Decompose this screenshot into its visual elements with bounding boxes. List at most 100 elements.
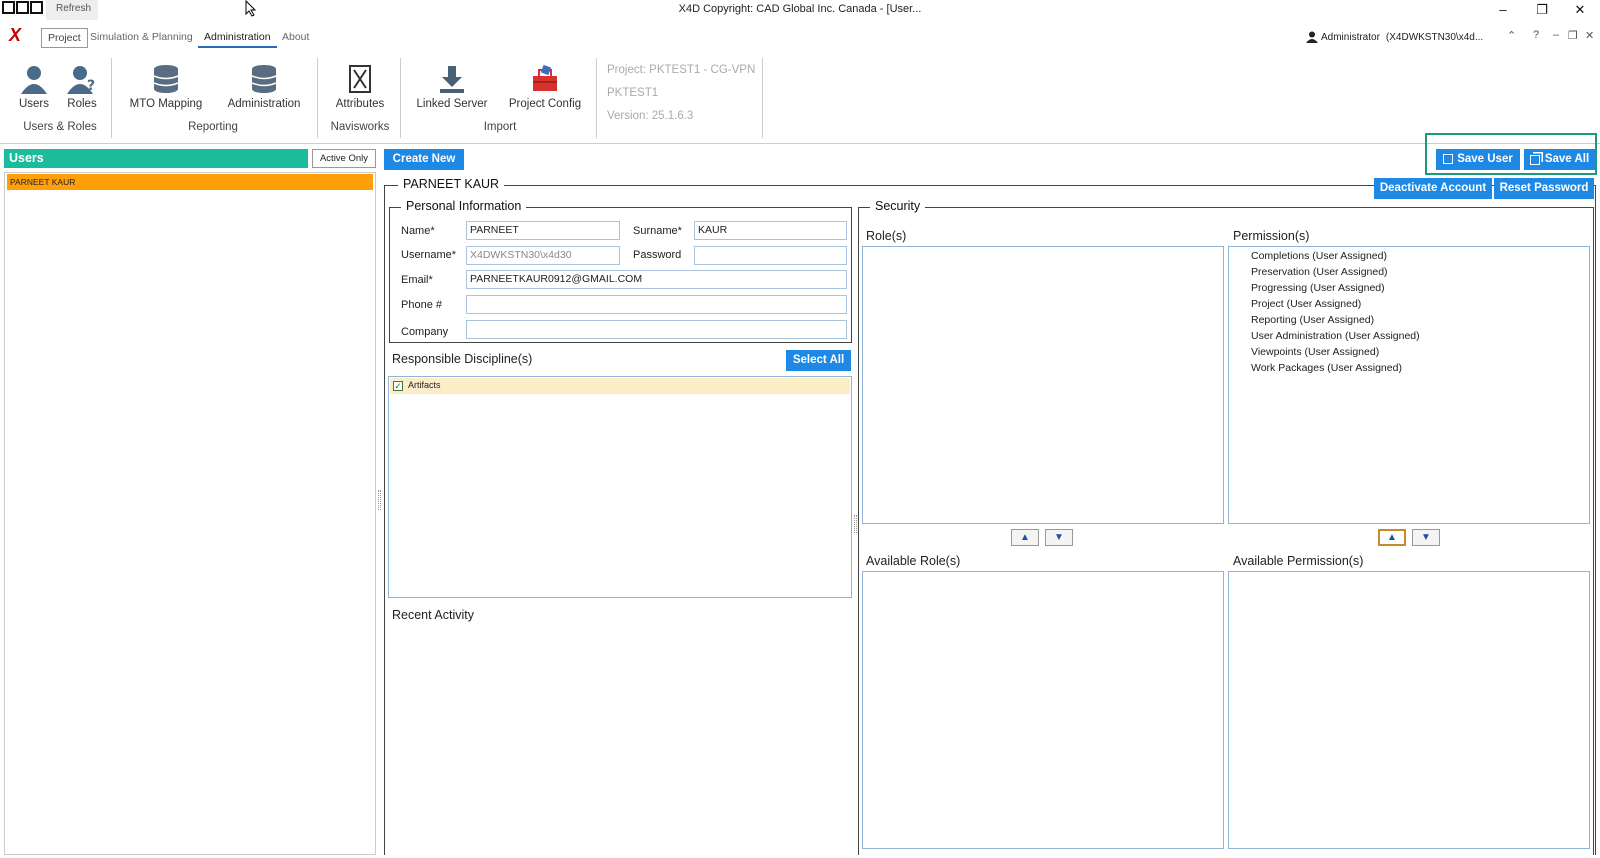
user-name: Administrator [1321,31,1380,43]
personal-info-title: Personal Information [401,199,527,213]
tab-administration[interactable]: Administration [198,28,277,48]
project-name-info: Project: PKTEST1 - CG-VPN [607,64,756,76]
permissions-title: Permission(s) [1233,229,1310,243]
role-move-up-button[interactable]: ▲ [1011,529,1039,546]
user-title: PARNEET KAUR [398,177,505,191]
restore-button[interactable]: ❐ [1532,2,1552,18]
attributes-icon [349,65,371,93]
title-bar: Refresh X4D Copyright: CAD Global Inc. C… [0,0,1600,22]
panel-splitter[interactable] [378,490,381,510]
security-title: Security [870,199,926,213]
mouse-cursor-icon [245,0,257,17]
save-all-icon [1530,155,1540,165]
save-icon [1443,154,1453,164]
toolbox-icon [533,64,557,91]
list-item[interactable]: PARNEET KAUR [7,174,373,190]
roles-list [862,246,1224,524]
email-label: Email* [401,274,433,286]
name-label: Name* [401,225,435,237]
list-item[interactable]: Preservation (User Assigned) [1251,266,1388,278]
reset-password-button[interactable]: Reset Password [1494,178,1594,199]
users-icon [21,66,47,94]
attributes-button[interactable]: Attributes [330,64,390,110]
password-label: Password [633,249,682,261]
list-item[interactable]: Work Packages (User Assigned) [1251,362,1402,374]
roles-icon: ? [67,66,95,94]
group-users-roles-label: Users & Roles [23,121,97,133]
list-item[interactable]: ✓ Artifacts [390,378,850,394]
mto-mapping-label: MTO Mapping [129,98,203,110]
user-info: Administrator (X4DWKSTN30\x4d... [1306,31,1483,43]
users-button-label: Users [18,98,50,110]
list-item[interactable]: Viewpoints (User Assigned) [1251,346,1379,358]
inner-minimize-icon[interactable]: – [1553,29,1559,41]
database-icon [153,65,179,93]
linked-server-button[interactable]: Linked Server [414,64,490,110]
available-permissions-list [1228,571,1590,849]
phone-field[interactable] [466,295,847,314]
password-field[interactable] [694,246,847,265]
close-button[interactable]: ✕ [1570,2,1590,18]
permission-move-up-button[interactable]: ▲ [1378,529,1406,546]
role-move-down-button[interactable]: ▼ [1045,529,1073,546]
group-import-label: Import [483,121,517,133]
version-info: Version: 25.1.6.3 [607,110,694,122]
disciplines-title: Responsible Discipline(s) [392,352,533,366]
deactivate-account-button[interactable]: Deactivate Account [1374,178,1492,199]
tab-about[interactable]: About [276,28,315,48]
attributes-label: Attributes [335,98,385,110]
discipline-label: Artifacts [408,380,441,390]
app-logo-icon[interactable]: X [9,25,21,46]
roles-title: Role(s) [866,229,907,243]
select-all-button[interactable]: Select All [786,350,851,371]
user-icon [1306,31,1318,43]
user-list: PARNEET KAUR [4,172,376,855]
group-separator [762,58,763,138]
active-only-toggle[interactable]: Active Only [312,149,376,168]
save-user-button[interactable]: Save User [1436,149,1520,170]
disciplines-list: ✓ Artifacts [388,376,852,598]
window-title: X4D Copyright: CAD Global Inc. Canada - … [678,3,922,15]
company-field[interactable] [466,320,847,339]
available-roles-list [862,571,1224,849]
tab-simulation-planning[interactable]: Simulation & Planning [84,28,199,48]
database-icon [251,65,277,93]
ribbon: Users ? Roles Users & Roles MTO Mapping … [0,54,1600,144]
roles-button-label: Roles [67,98,97,110]
available-roles-title: Available Role(s) [866,554,961,568]
checkbox-checked-icon[interactable]: ✓ [393,381,403,391]
list-item[interactable]: Progressing (User Assigned) [1251,282,1385,294]
collapse-ribbon-icon[interactable]: ⌃ [1507,29,1516,42]
inner-close-icon[interactable]: ✕ [1585,29,1594,42]
name-field[interactable]: PARNEET [466,221,620,240]
email-field[interactable]: PARNEETKAUR0912@GMAIL.COM [466,270,847,289]
list-item[interactable]: Completions (User Assigned) [1251,250,1387,262]
phone-label: Phone # [401,299,442,311]
list-item[interactable]: Project (User Assigned) [1251,298,1361,310]
download-icon [440,66,464,93]
save-all-button[interactable]: Save All [1524,149,1596,170]
users-button[interactable]: Users [14,64,54,110]
surname-field[interactable]: KAUR [694,221,847,240]
users-panel-header: Users [4,149,308,168]
administration-button[interactable]: Administration [222,64,306,110]
minimize-button[interactable]: – [1493,2,1513,17]
surname-label: Surname* [633,225,682,237]
mto-mapping-button[interactable]: MTO Mapping [124,64,208,110]
group-separator [400,58,401,138]
group-separator [596,58,597,138]
tab-project[interactable]: Project [41,28,88,48]
project-config-button[interactable]: Project Config [505,64,585,110]
panel-splitter[interactable] [854,515,857,533]
permission-move-down-button[interactable]: ▼ [1412,529,1440,546]
list-item[interactable]: Reporting (User Assigned) [1251,314,1374,326]
username-field[interactable]: X4DWKSTN30\x4d30 [466,246,620,265]
create-new-button[interactable]: Create New [384,149,464,170]
help-icon[interactable]: ? [1533,29,1539,41]
group-separator [111,58,112,138]
list-item[interactable]: User Administration (User Assigned) [1251,330,1420,342]
username-label: Username* [401,249,457,261]
group-reporting-label: Reporting [188,121,238,133]
inner-restore-icon[interactable]: ❐ [1568,29,1578,42]
roles-button[interactable]: ? Roles [62,64,102,110]
